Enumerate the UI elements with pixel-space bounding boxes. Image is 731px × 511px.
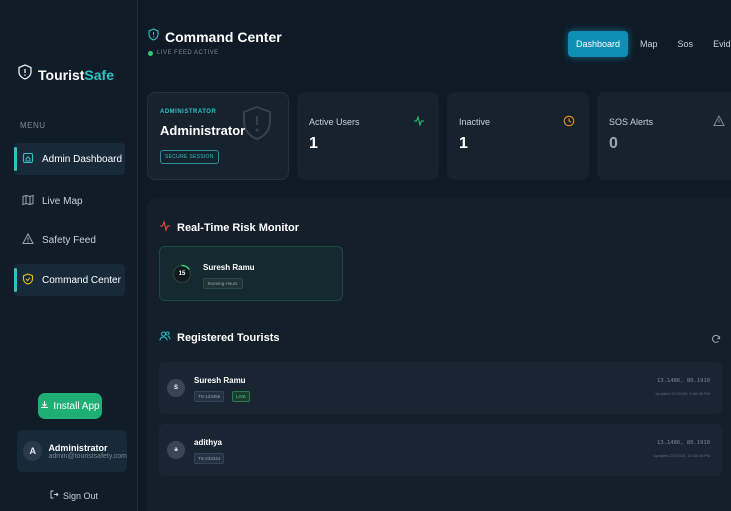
admin-name: Administrator bbox=[160, 123, 246, 138]
logout-icon bbox=[50, 490, 59, 501]
header: Command Center LIVE FEED ACTIVE Dashboar… bbox=[138, 0, 731, 70]
risk-factor-tag: Evening Hours bbox=[203, 278, 243, 289]
tab-evidence[interactable]: Evidence bbox=[705, 31, 731, 57]
home-icon bbox=[22, 152, 34, 167]
tab-sos[interactable]: Sos bbox=[670, 31, 702, 57]
warning-icon bbox=[22, 232, 34, 248]
user-name: Administrator bbox=[48, 442, 108, 453]
menu-label: MENU bbox=[20, 121, 46, 130]
live-dot-icon bbox=[148, 50, 153, 56]
tab-dashboard[interactable]: Dashboard bbox=[568, 31, 629, 57]
stat-label: Inactive bbox=[459, 117, 491, 127]
sidebar-item-label: Command Center bbox=[42, 274, 121, 286]
shield-icon bbox=[148, 28, 159, 46]
install-app-button[interactable]: Install App bbox=[38, 393, 102, 419]
risk-monitor-title-text: Real-Time Risk Monitor bbox=[177, 221, 300, 234]
alert-icon bbox=[713, 114, 725, 132]
sidebar-item-safety-feed[interactable]: Safety Feed bbox=[14, 224, 125, 256]
top-tabs: Dashboard Map Sos Evidence bbox=[568, 31, 731, 57]
sidebar-item-command-center[interactable]: Command Center bbox=[14, 264, 125, 296]
user-email: admin@touristsafety.com bbox=[48, 452, 127, 460]
refresh-icon[interactable] bbox=[711, 331, 721, 349]
stat-label: Active Users bbox=[309, 117, 360, 127]
live-status: LIVE FEED ACTIVE bbox=[148, 50, 219, 56]
user-profile-card[interactable]: A Administrator admin@touristsafety.com bbox=[17, 430, 127, 472]
stat-label: SOS Alerts bbox=[609, 117, 654, 127]
shield-icon bbox=[22, 272, 34, 288]
avatar: a bbox=[167, 441, 185, 459]
stat-card-inactive: Inactive 1 bbox=[447, 92, 589, 180]
sign-out-label: Sign Out bbox=[63, 490, 99, 501]
tourist-name: adithya bbox=[194, 438, 223, 447]
registered-tourists-title-text: Registered Tourists bbox=[177, 331, 280, 344]
tab-map[interactable]: Map bbox=[632, 31, 666, 57]
sidebar-item-live-map[interactable]: Live Map bbox=[14, 185, 125, 217]
brand-name: TouristSafe bbox=[38, 67, 114, 83]
pulse-icon bbox=[159, 220, 171, 235]
tourist-id-badge: TS-123456 bbox=[194, 391, 225, 402]
risk-monitor-title: Real-Time Risk Monitor bbox=[159, 220, 299, 235]
tourist-row[interactable]: S Suresh Ramu TS-123456 LIVE 13.1486, 80… bbox=[159, 362, 722, 414]
stat-value: 0 bbox=[609, 135, 618, 152]
shield-icon bbox=[18, 64, 32, 85]
stat-value: 1 bbox=[459, 135, 468, 152]
risk-card[interactable]: 15 Suresh Ramu Evening Hours bbox=[159, 246, 343, 301]
registered-tourists-title: Registered Tourists bbox=[159, 330, 280, 345]
live-status-text: LIVE FEED ACTIVE bbox=[157, 50, 219, 56]
brand-name-accent: Safe bbox=[84, 66, 114, 83]
live-badge: LIVE bbox=[232, 391, 250, 402]
tourist-row[interactable]: a adithya TS-234344 13.1486, 80.1910 Upd… bbox=[159, 424, 722, 476]
tourist-coordinates: 13.1486, 80.1910 bbox=[657, 440, 710, 446]
tourist-updated: Updated 2/7/2026, 9:38:08 PM bbox=[655, 391, 710, 396]
sidebar-item-label: Admin Dashboard bbox=[42, 153, 123, 165]
avatar: A bbox=[23, 441, 43, 461]
stat-value: 1 bbox=[309, 135, 318, 152]
page-title: Command Center bbox=[148, 28, 282, 46]
sidebar-item-label: Live Map bbox=[42, 195, 83, 207]
user-info: Administrator admin@touristsafety.com bbox=[48, 443, 127, 460]
clock-icon bbox=[563, 114, 575, 132]
brand-name-primary: Tourist bbox=[38, 66, 85, 83]
brand-logo[interactable]: TouristSafe bbox=[18, 64, 114, 85]
page-title-text: Command Center bbox=[165, 29, 282, 45]
users-icon bbox=[159, 330, 171, 345]
install-app-label: Install App bbox=[53, 400, 100, 412]
tourist-id-badge: TS-234344 bbox=[194, 453, 225, 464]
stat-card-active-users: Active Users 1 bbox=[297, 92, 439, 180]
sidebar: TouristSafe MENU Admin Dashboard Live Ma… bbox=[0, 0, 138, 511]
download-icon bbox=[40, 400, 49, 412]
tourist-updated: Updated 2/7/2026, 10:15:18 PM bbox=[653, 453, 710, 458]
sign-out-button[interactable]: Sign Out bbox=[50, 490, 98, 501]
stat-card-sos-alerts: SOS Alerts 0 bbox=[597, 92, 731, 180]
secure-session-badge: SECURE SESSION bbox=[160, 150, 219, 164]
risk-tourist-name: Suresh Ramu bbox=[203, 263, 255, 272]
activity-icon bbox=[413, 114, 425, 132]
admin-role: ADMINISTRATOR bbox=[160, 109, 217, 115]
map-icon bbox=[22, 194, 34, 209]
monitor-panel: Real-Time Risk Monitor 15 Suresh Ramu Ev… bbox=[147, 198, 731, 511]
shield-watermark-icon bbox=[242, 105, 272, 146]
tourist-coordinates: 13.1486, 80.1910 bbox=[657, 378, 710, 384]
avatar: S bbox=[167, 379, 185, 397]
sidebar-item-admin-dashboard[interactable]: Admin Dashboard bbox=[14, 143, 125, 175]
risk-score: 15 bbox=[178, 271, 186, 277]
tourist-name: Suresh Ramu bbox=[194, 376, 246, 385]
admin-card: ADMINISTRATOR Administrator SECURE SESSI… bbox=[147, 92, 289, 180]
sidebar-item-label: Safety Feed bbox=[42, 234, 96, 246]
